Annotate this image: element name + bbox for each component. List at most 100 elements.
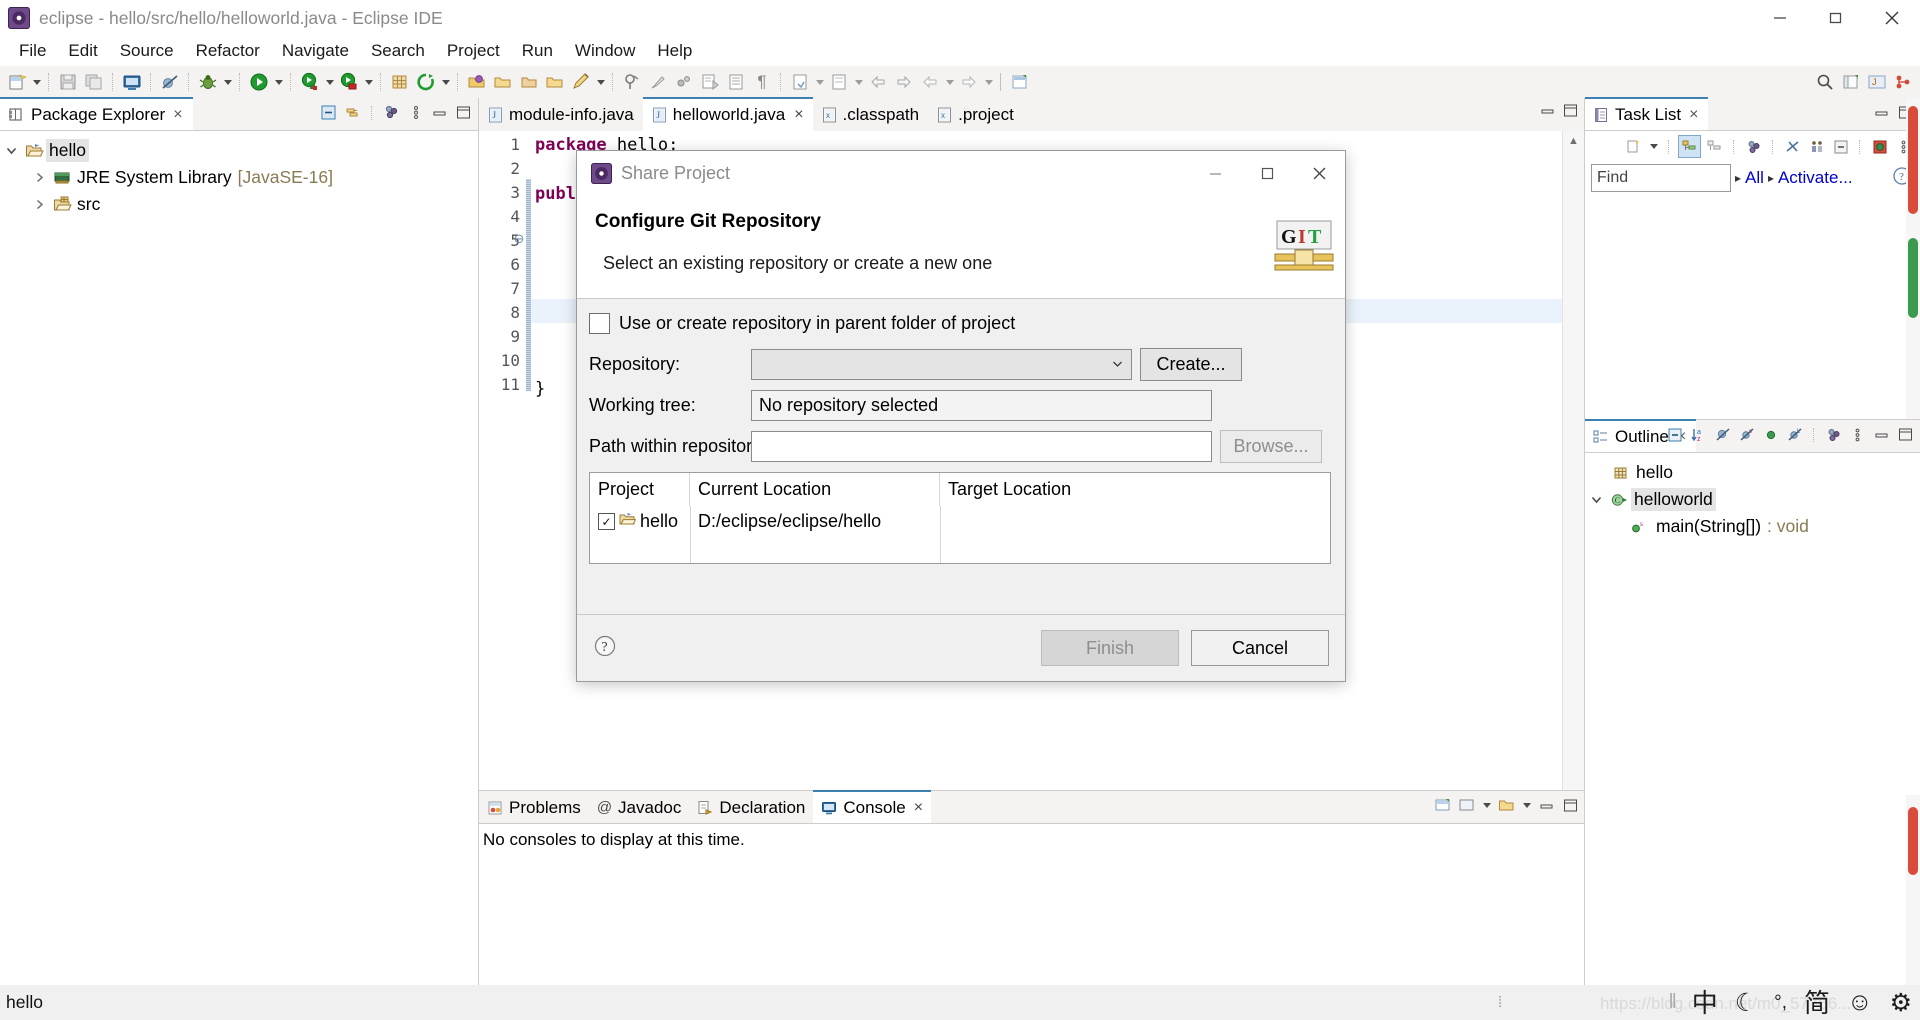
edit-pencil-icon[interactable] (570, 71, 592, 93)
edit-dropdown[interactable] (594, 71, 607, 93)
dialog-help-icon[interactable]: ? (593, 634, 617, 663)
next-edit-dropdown[interactable] (852, 71, 865, 93)
outline-row-main-method[interactable]: s main(String[]) : void (1585, 513, 1920, 540)
tree-row-src[interactable]: src (0, 191, 478, 218)
new-wizard-icon[interactable] (6, 71, 28, 93)
focus-on-workweek-icon[interactable] (1743, 136, 1764, 157)
menu-project[interactable]: Project (436, 39, 511, 63)
next-annotation-icon[interactable] (699, 71, 721, 93)
close-icon[interactable]: × (1689, 106, 1698, 124)
console-scroll-thumb[interactable] (1908, 807, 1918, 875)
outline-filters-icon[interactable] (1823, 424, 1844, 445)
skip-breakpoints-icon[interactable] (159, 71, 181, 93)
path-within-repository-input[interactable] (751, 431, 1212, 462)
external-tools-dropdown[interactable] (362, 71, 375, 93)
tab-javadoc[interactable]: @ Javadoc (589, 792, 690, 823)
outline-view-menu-icon[interactable] (1847, 424, 1868, 445)
scheduled-presentation-icon[interactable] (1704, 136, 1725, 157)
java-perspective-icon[interactable]: J (1866, 71, 1888, 93)
close-button[interactable] (1864, 0, 1920, 36)
highlight-icon[interactable] (647, 71, 669, 93)
console-dropdown[interactable] (1480, 794, 1493, 816)
ime-chinese-mode[interactable]: 中 (1692, 990, 1718, 1016)
dialog-close-button[interactable] (1293, 151, 1345, 195)
run-dropdown[interactable] (272, 71, 285, 93)
new-task-icon[interactable] (1623, 136, 1644, 157)
menu-search[interactable]: Search (360, 39, 436, 63)
column-header-target-location[interactable]: Target Location (940, 473, 1295, 506)
minimize-button[interactable] (1752, 0, 1808, 36)
create-repository-button[interactable]: Create... (1140, 348, 1242, 381)
pilcrow-icon[interactable]: ¶ (751, 71, 773, 93)
group-by-owner-icon[interactable] (1806, 136, 1827, 157)
debug-icon[interactable] (197, 71, 219, 93)
chevron-down-icon[interactable] (1585, 493, 1607, 506)
tab-module-info-java[interactable]: J module-info.java (479, 99, 643, 131)
ime-settings-icon[interactable]: ⚙ (1890, 988, 1912, 1018)
run-icon[interactable] (248, 71, 270, 93)
synchronize-changed-icon[interactable] (1869, 136, 1890, 157)
new-project-dropdown[interactable] (439, 71, 452, 93)
new-wizard-dropdown[interactable] (30, 71, 43, 93)
menu-refactor[interactable]: Refactor (185, 39, 271, 63)
chevron-right-icon[interactable] (28, 198, 50, 211)
new-console-dropdown[interactable] (1520, 794, 1533, 816)
view-menu-filters-icon[interactable] (381, 102, 402, 123)
parent-folder-checkbox[interactable] (589, 313, 610, 334)
save-icon[interactable] (57, 71, 79, 93)
save-all-icon[interactable] (83, 71, 105, 93)
collapse-all-tasks-icon[interactable] (1830, 136, 1851, 157)
parent-folder-checkbox-row[interactable]: Use or create repository in parent folde… (589, 313, 1333, 334)
new-console-view-icon[interactable] (1496, 795, 1517, 816)
collapse-all-icon[interactable] (318, 102, 339, 123)
run-external-tools-icon[interactable] (338, 71, 360, 93)
hide-fields-icon[interactable] (1712, 424, 1733, 445)
maximize-button[interactable] (1808, 0, 1864, 36)
tab-helloworld-java[interactable]: J helloworld.java × (642, 97, 813, 131)
ime-emoji-icon[interactable]: ☺ (1847, 988, 1873, 1017)
dialog-maximize-button[interactable] (1241, 151, 1293, 195)
run-coverage-icon[interactable] (299, 71, 321, 93)
tab-classpath[interactable]: x .classpath (812, 99, 929, 131)
maximize-outline-icon[interactable] (1895, 424, 1916, 445)
minimize-console-icon[interactable] (1536, 795, 1557, 816)
ime-simplified-icon[interactable]: 简 (1804, 990, 1830, 1016)
scroll-up-icon[interactable]: ▲ (1563, 131, 1584, 151)
hide-local-types-icon[interactable]: L (1784, 424, 1805, 445)
last-edit-dropdown[interactable] (813, 71, 826, 93)
tab-problems[interactable]: Problems (479, 792, 589, 823)
menu-run[interactable]: Run (511, 39, 564, 63)
tab-console[interactable]: Console × (813, 790, 932, 823)
tab-declaration[interactable]: Declaration (689, 792, 813, 823)
show-whitespace-icon[interactable] (725, 71, 747, 93)
sort-alphabetically-icon[interactable]: az (1688, 424, 1709, 445)
navigate-back-icon[interactable] (919, 71, 941, 93)
navigate-forward-dropdown[interactable] (982, 71, 995, 93)
menu-window[interactable]: Window (564, 39, 646, 63)
maximize-view-icon[interactable] (453, 102, 474, 123)
link-with-editor-icon[interactable] (342, 102, 363, 123)
status-resize-grip[interactable]: ⁞ (1498, 994, 1504, 1011)
task-list-scroll-thumb[interactable] (1908, 106, 1918, 214)
menu-source[interactable]: Source (109, 39, 185, 63)
menu-file[interactable]: File (8, 39, 57, 63)
categorized-presentation-icon[interactable] (1678, 135, 1701, 158)
search-toolbar-icon[interactable] (518, 71, 540, 93)
collapse-all-outline-icon[interactable] (1664, 424, 1685, 445)
new-task-dropdown[interactable] (1647, 136, 1660, 158)
menu-help[interactable]: Help (646, 39, 703, 63)
git-perspective-icon[interactable] (1892, 71, 1914, 93)
open-resource-icon[interactable] (492, 71, 514, 93)
close-icon[interactable]: × (914, 799, 923, 817)
last-edit-location-icon[interactable] (789, 71, 811, 93)
dialog-minimize-button[interactable] (1189, 151, 1241, 195)
close-icon[interactable]: × (794, 106, 803, 124)
hide-non-public-icon[interactable] (1760, 424, 1781, 445)
browse-button[interactable]: Browse... (1220, 430, 1322, 463)
view-menu-icon[interactable] (405, 102, 426, 123)
editor-overview-thumb[interactable] (1908, 238, 1918, 318)
filter-completed-icon[interactable] (1782, 136, 1803, 157)
open-console-icon[interactable] (1432, 795, 1453, 816)
task-find-input[interactable]: Find (1591, 164, 1731, 192)
column-header-current-location[interactable]: Current Location (690, 473, 940, 506)
